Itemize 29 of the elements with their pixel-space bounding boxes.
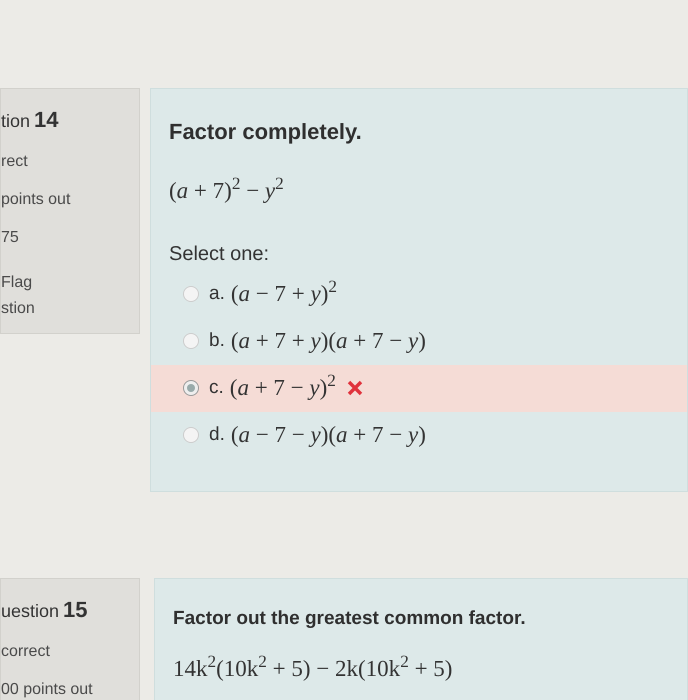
question-number: 14 [34,106,59,134]
option-letter: a. [209,282,225,306]
math-expression: (a + 7 + y)(a + 7 − y) [230,326,426,355]
flag-question-link[interactable]: Flag [1,270,139,296]
math-expression: (a + 7)$^{2}$ − y$^{2}$ [169,174,285,205]
question-label: uestion [1,600,60,623]
option-letter: b. [209,328,225,353]
option-letter: c. [209,376,224,400]
radio-button[interactable] [183,380,199,396]
question-prompt: Factor completely. [169,118,363,146]
math-expression: 14k$^{2}$(10k$^{2}$ + 5) − 2k(10k$^{2}$ + 5) [173,652,454,683]
select-one-label: Select one: [169,242,270,266]
question-status-text: 75 [1,228,20,248]
question-status-text: points out [1,190,72,210]
incorrect-cross-icon [346,379,364,397]
radio-button[interactable] [183,427,199,443]
radio-button[interactable] [183,333,199,349]
question-prompt: Factor out the greatest common factor. [173,607,527,631]
question-status-text: correct [1,642,51,662]
question-status-text: rect [1,152,29,172]
question-label: tion [1,110,30,133]
math-expression: (a − 7 + y)$^{2}$ [230,276,337,308]
radio-button[interactable] [183,286,199,302]
question-status-text: 00 points out [1,680,94,700]
question-number: 15 [63,596,88,624]
math-expression: (a − 7 − y)(a + 7 − y) [230,420,426,449]
math-expression: (a + 7 − y)$^{2}$ [230,370,336,402]
flag-question-link[interactable]: stion [1,296,139,322]
option-letter: d. [209,422,225,447]
